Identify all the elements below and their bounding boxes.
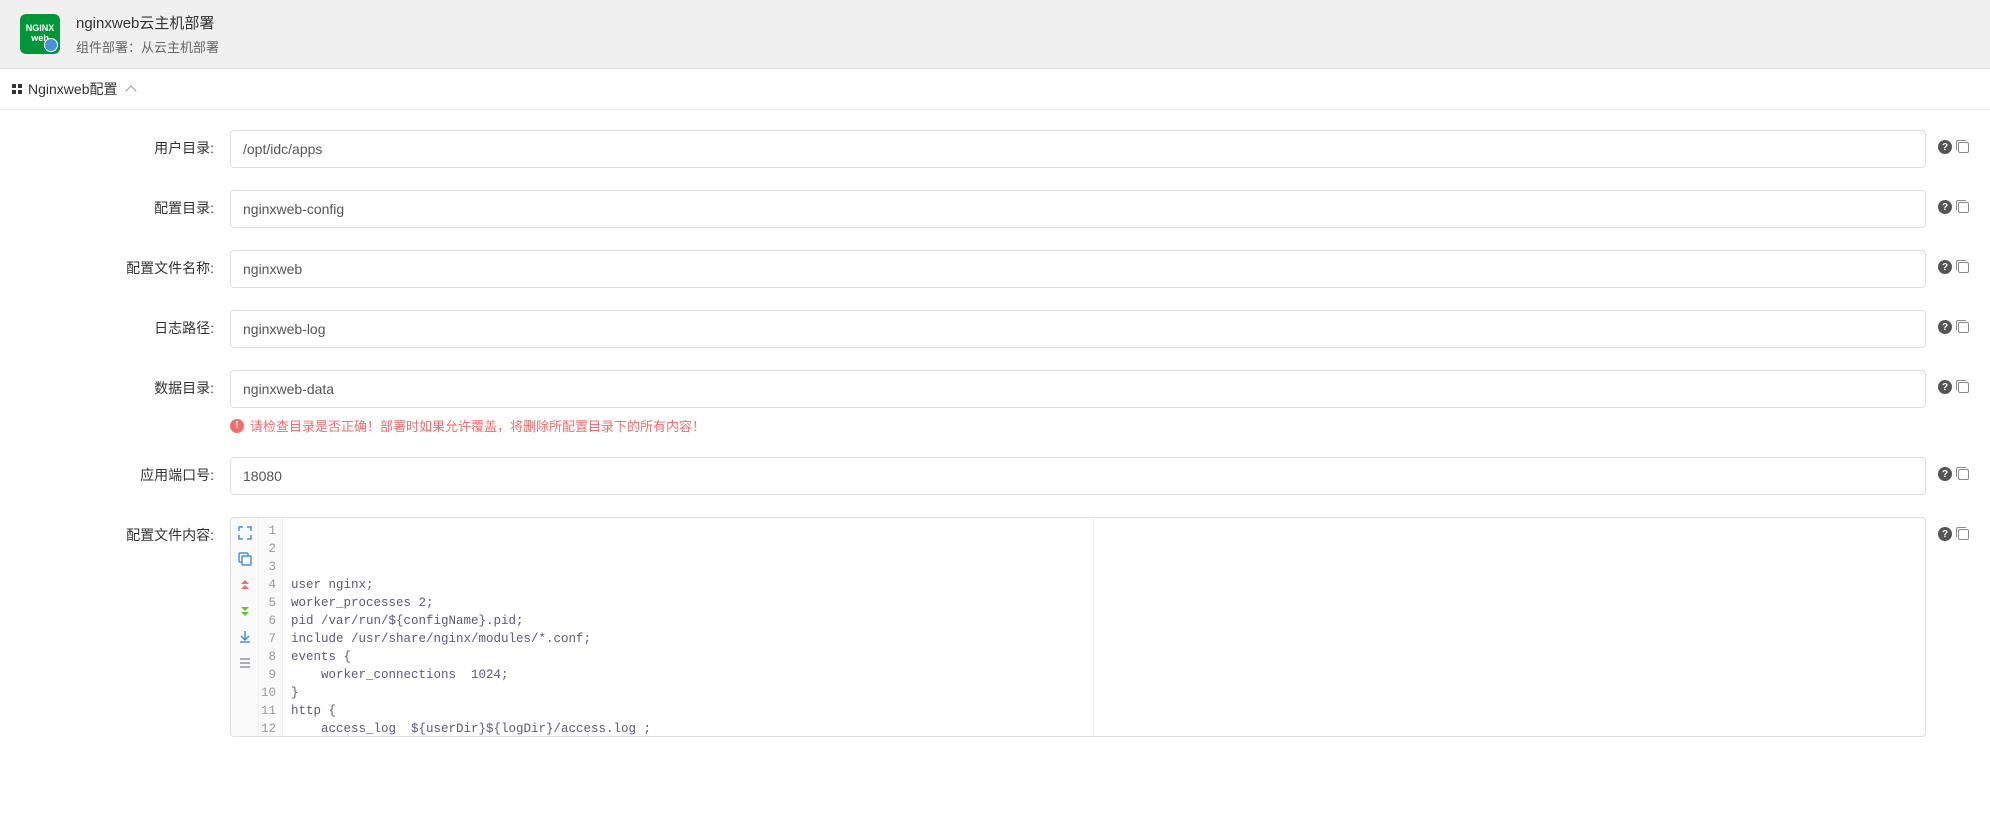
code-content[interactable]: user nginx;worker_processes 2;pid /var/r… <box>283 518 1925 736</box>
editor-toolbar <box>231 518 259 736</box>
copy-icon[interactable] <box>1958 322 1969 333</box>
page-header: NGINX web nginxweb云主机部署 组件部署：从云主机部署 <box>0 0 1990 69</box>
copy-icon[interactable] <box>1958 142 1969 153</box>
section-title: Nginxweb配置 <box>28 79 117 99</box>
copy-icon[interactable] <box>1958 529 1969 540</box>
log-path-label: 日志路径: <box>0 310 230 338</box>
nginx-logo-icon: NGINX web <box>20 14 60 54</box>
collapse-up-icon[interactable] <box>236 576 254 594</box>
grid-icon <box>12 84 22 94</box>
help-icon[interactable]: ? <box>1938 527 1952 541</box>
config-content-label: 配置文件内容: <box>0 517 230 545</box>
fullscreen-icon[interactable] <box>236 524 254 542</box>
data-dir-warning: ! 请检查目录是否正确！部署时如果允许覆盖，将删除所配置目录下的所有内容！ <box>230 416 1926 435</box>
line-numbers: 12345678910111213 <box>259 518 283 736</box>
config-content-editor[interactable]: 12345678910111213 user nginx;worker_proc… <box>230 517 1926 737</box>
section-toggle[interactable]: Nginxweb配置 <box>0 69 1990 110</box>
warning-icon: ! <box>230 419 244 433</box>
config-dir-input[interactable] <box>230 190 1926 228</box>
copy-icon[interactable] <box>1958 469 1969 480</box>
user-dir-input[interactable] <box>230 130 1926 168</box>
app-port-label: 应用端口号: <box>0 457 230 485</box>
data-dir-input[interactable] <box>230 370 1926 408</box>
help-icon[interactable]: ? <box>1938 200 1952 214</box>
help-icon[interactable]: ? <box>1938 380 1952 394</box>
help-icon[interactable]: ? <box>1938 467 1952 481</box>
editor-copy-icon[interactable] <box>236 550 254 568</box>
copy-icon[interactable] <box>1958 202 1969 213</box>
chevron-up-icon <box>126 85 137 96</box>
page-subtitle: 组件部署：从云主机部署 <box>76 37 219 56</box>
log-path-input[interactable] <box>230 310 1926 348</box>
expand-down-icon[interactable] <box>236 602 254 620</box>
app-port-input[interactable] <box>230 457 1926 495</box>
copy-icon[interactable] <box>1958 382 1969 393</box>
data-dir-label: 数据目录: <box>0 370 230 398</box>
help-icon[interactable]: ? <box>1938 320 1952 334</box>
page-title: nginxweb云主机部署 <box>76 12 219 33</box>
config-form: 用户目录: ? 配置目录: ? 配置文件名称: ? 日志路径: <box>0 110 1990 779</box>
menu-icon[interactable] <box>236 654 254 672</box>
help-icon[interactable]: ? <box>1938 140 1952 154</box>
help-icon[interactable]: ? <box>1938 260 1952 274</box>
config-dir-label: 配置目录: <box>0 190 230 218</box>
user-dir-label: 用户目录: <box>0 130 230 158</box>
config-file-label: 配置文件名称: <box>0 250 230 278</box>
download-icon[interactable] <box>236 628 254 646</box>
config-file-input[interactable] <box>230 250 1926 288</box>
copy-icon[interactable] <box>1958 262 1969 273</box>
